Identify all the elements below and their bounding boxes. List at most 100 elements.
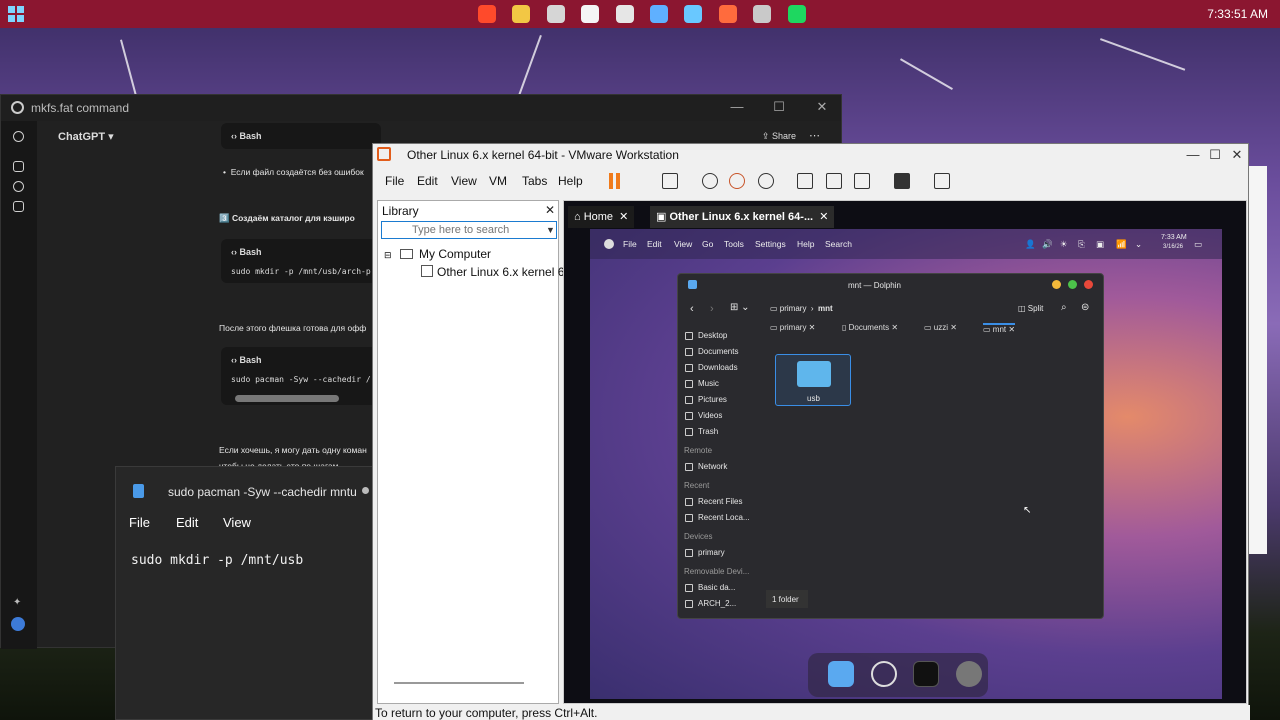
menu-edit[interactable]: Edit <box>417 174 438 188</box>
guest-menu-tools[interactable]: Tools <box>724 239 744 249</box>
openai-icon[interactable] <box>13 131 24 142</box>
kde-logo-icon[interactable] <box>604 239 614 249</box>
finder-icon[interactable] <box>828 661 854 687</box>
places-item-recent-1[interactable]: Recent Loca... <box>698 513 750 522</box>
model-selector[interactable]: ChatGPT ▾ <box>58 130 114 143</box>
tab-mnt[interactable]: ▭ mnt ✕ <box>983 323 1016 339</box>
menu-view[interactable]: View <box>223 515 251 530</box>
horizontal-scrollbar[interactable] <box>394 682 524 684</box>
stretch-guest-icon[interactable] <box>934 173 950 189</box>
horizontal-scrollbar[interactable] <box>235 395 339 402</box>
guest-menu-edit[interactable]: Edit <box>647 239 662 249</box>
forward-icon[interactable]: › <box>710 303 714 315</box>
volume-icon[interactable]: 🔊 <box>1042 239 1053 250</box>
terminal-icon[interactable] <box>913 661 939 687</box>
places-item-removable-1[interactable]: ARCH_2... <box>698 599 736 608</box>
menu-icon[interactable]: ⊜ <box>1081 302 1089 313</box>
avatar[interactable] <box>11 617 25 631</box>
places-item-videos[interactable]: Videos <box>698 411 722 420</box>
places-item-desktop[interactable]: Desktop <box>698 331 727 340</box>
close-button[interactable]: ✕ <box>814 99 830 115</box>
show-library-icon[interactable] <box>797 173 813 189</box>
steam-icon[interactable] <box>753 5 772 23</box>
breadcrumb[interactable]: ▭ primary › mnt <box>770 304 833 313</box>
library-item-my-computer[interactable]: My Computer <box>419 247 491 261</box>
brightness-icon[interactable]: ☀ <box>1060 239 1068 250</box>
tab-home[interactable]: ⌂ Home ✕ <box>568 206 635 228</box>
share-button[interactable]: ⇪ Share <box>762 131 796 142</box>
tab-uzzi[interactable]: ▭ uzzi ✕ <box>924 323 957 339</box>
library-item-vm[interactable]: Other Linux 6.x kernel 64 <box>437 265 571 279</box>
guest-menu-settings[interactable]: Settings <box>755 239 786 249</box>
menu-edit[interactable]: Edit <box>176 515 198 530</box>
library-search-input[interactable] <box>381 221 557 239</box>
menu-vm[interactable]: VM <box>489 174 507 188</box>
minimize-button[interactable]: — <box>1185 147 1201 163</box>
guest-screen[interactable]: File Edit View Go Tools Settings Help Search 👤 … <box>590 229 1222 699</box>
tools-icon[interactable] <box>615 5 634 23</box>
chatgpt-icon[interactable] <box>581 5 600 23</box>
menu-tabs[interactable]: Tabs <box>522 174 547 188</box>
close-button[interactable]: ✕ <box>1229 147 1245 163</box>
start-button[interactable] <box>8 6 24 22</box>
library-icon[interactable] <box>13 201 24 212</box>
guest-clock-date[interactable]: 3/16/26 <box>1163 244 1183 250</box>
close-button[interactable] <box>1084 280 1093 289</box>
vscode-icon[interactable] <box>684 5 703 23</box>
taskbar-clock[interactable]: 7:33:51 AM <box>1207 7 1268 21</box>
back-icon[interactable]: ‹ <box>690 303 694 315</box>
search-icon[interactable] <box>478 5 496 23</box>
sparkle-icon[interactable]: ✦ <box>13 597 24 608</box>
guest-menu-view[interactable]: View <box>674 239 692 249</box>
editor-text[interactable]: sudo mkdir -p /mnt/usb <box>131 553 303 568</box>
send-ctrl-alt-del-icon[interactable] <box>662 173 678 189</box>
pause-icon[interactable] <box>609 173 613 189</box>
minimize-button[interactable]: — <box>729 99 745 115</box>
places-item-network[interactable]: Network <box>698 462 727 471</box>
guest-menu-go[interactable]: Go <box>702 239 713 249</box>
file-explorer-icon[interactable] <box>512 5 531 23</box>
fullscreen-icon[interactable] <box>854 173 870 189</box>
view-mode-icon[interactable]: ⊞ ⌄ <box>730 302 750 313</box>
places-item-trash[interactable]: Trash <box>698 427 718 436</box>
console-view-icon[interactable] <box>894 173 910 189</box>
search-icon[interactable]: ⌕ <box>1061 302 1067 313</box>
guest-menu-search[interactable]: Search <box>825 239 852 249</box>
split-button[interactable]: ◫ Split <box>1018 304 1043 313</box>
notifications-icon[interactable]: ▣ <box>1096 239 1104 250</box>
thumbnail-bar-icon[interactable] <box>826 173 842 189</box>
guest-menu-help[interactable]: Help <box>797 239 814 249</box>
snapshot-icon[interactable] <box>702 173 718 189</box>
notepad-icon[interactable] <box>650 5 668 23</box>
maximize-button[interactable]: ☐ <box>1207 147 1223 163</box>
places-item-music[interactable]: Music <box>698 379 719 388</box>
maximize-button[interactable]: ☐ <box>771 99 787 115</box>
network-icon[interactable]: 📶 <box>1116 239 1127 250</box>
menu-file[interactable]: File <box>129 515 150 530</box>
more-options-icon[interactable]: ⋯ <box>809 129 820 142</box>
user-icon[interactable]: 👤 <box>1025 239 1036 250</box>
folder-item[interactable]: usb <box>775 354 851 406</box>
places-item-recent-0[interactable]: Recent Files <box>698 497 742 506</box>
places-item-pictures[interactable]: Pictures <box>698 395 727 404</box>
obs-icon[interactable] <box>871 661 897 687</box>
maximize-button[interactable] <box>1068 280 1077 289</box>
collapse-icon[interactable]: ⊟ <box>384 250 392 261</box>
vmware-icon[interactable] <box>718 5 737 23</box>
new-chat-icon[interactable] <box>13 161 24 172</box>
places-item-device-0[interactable]: primary <box>698 548 725 557</box>
clipboard-icon[interactable]: ⎘ <box>1078 239 1085 250</box>
menu-view[interactable]: View <box>451 174 477 188</box>
places-item-documents[interactable]: Documents <box>698 347 738 356</box>
places-item-removable-0[interactable]: Basic da... <box>698 583 735 592</box>
close-library-icon[interactable]: ✕ <box>545 203 555 217</box>
places-item-downloads[interactable]: Downloads <box>698 363 738 372</box>
guest-clock-time[interactable]: 7:33 AM <box>1161 234 1187 241</box>
chevron-down-icon[interactable]: ▼ <box>546 225 555 235</box>
notepad-tab-title[interactable]: sudo pacman -Syw --cachedir mntu <box>168 485 357 499</box>
settings-icon[interactable] <box>956 661 982 687</box>
obs-icon[interactable] <box>546 5 565 23</box>
chevron-down-icon[interactable]: ⌄ <box>1135 239 1142 250</box>
snapshot-manager-icon[interactable] <box>758 173 774 189</box>
tab-vm[interactable]: ▣ Other Linux 6.x kernel 64-... ✕ <box>650 206 835 228</box>
